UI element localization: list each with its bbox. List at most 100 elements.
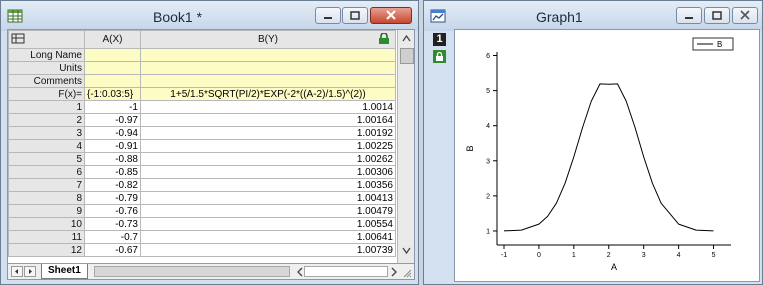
cell[interactable] [84,61,141,75]
worksheet[interactable]: A(X) B(Y) Long Name Units Comments F(x)=… [7,29,415,280]
row-number[interactable]: 3 [8,126,85,140]
row-number[interactable]: 11 [8,230,85,244]
cell-a[interactable]: -1 [84,100,141,114]
cell-b[interactable]: 1.00641 [140,230,396,244]
cell-b[interactable]: 1.0014 [140,100,396,114]
next-sheet-button[interactable] [24,266,36,277]
formula-row: F(x)= {-1:0.03:5} 1+5/1.5*SQRT(PI/2)*EXP… [8,87,396,101]
worksheet-corner-icon [11,33,25,43]
close-button[interactable] [370,7,412,24]
cell-a[interactable]: -0.67 [84,243,141,257]
cell-b[interactable]: 1.00554 [140,217,396,231]
cell-b[interactable]: 1.00192 [140,126,396,140]
table-row: 9 -0.76 1.00479 [8,204,396,218]
row-number[interactable]: 5 [8,152,85,166]
resize-grip-icon[interactable] [402,268,412,278]
cell-a[interactable]: -0.76 [84,204,141,218]
layer-1-button[interactable]: 1 [433,33,446,46]
lock-icon [379,33,389,44]
x-tick-label: -1 [501,252,507,259]
x-tick-label: 1 [572,252,576,259]
workbook-window: Book1 * A(X) B(Y) Long Name Units Commen… [0,0,419,285]
cell-b[interactable]: 1.00262 [140,152,396,166]
row-number[interactable]: 7 [8,178,85,192]
maximize-icon [350,11,360,20]
line-plot: -1 0 1 2 3 4 5 1 2 3 4 5 6 A B B [465,37,734,272]
row-number[interactable]: 4 [8,139,85,153]
chevron-right-icon [29,269,32,274]
cell-a[interactable]: -0.73 [84,217,141,231]
graph-window: Graph1 1 -1 0 1 2 3 4 5 1 2 3 4 5 6 A B B [423,0,763,285]
graph-titlebar[interactable]: Graph1 [424,1,762,31]
vertical-scroll-thumb[interactable] [400,48,414,64]
row-number[interactable]: 2 [8,113,85,127]
cell[interactable] [140,74,396,88]
graph-close-button[interactable] [732,7,758,24]
cell-b[interactable]: 1.00739 [140,243,396,257]
close-icon [386,10,396,20]
scroll-right-icon[interactable] [388,265,400,279]
row-label: Units [8,61,85,75]
y-tick-label: 4 [486,123,490,130]
sheet-tab-bar: Sheet1 [8,263,414,279]
row-number[interactable]: 8 [8,191,85,205]
cell-a[interactable]: -0.94 [84,126,141,140]
cell[interactable] [84,48,141,62]
row-number[interactable]: 6 [8,165,85,179]
y-tick-label: 3 [486,158,490,165]
vertical-scrollbar[interactable] [397,30,414,263]
legend-label: B [717,40,722,49]
workbook-titlebar[interactable]: Book1 * [1,1,418,31]
cell-b[interactable]: 1.00479 [140,204,396,218]
row-number[interactable]: 10 [8,217,85,231]
x-tick-label: 3 [642,252,646,259]
series-line-B [503,83,714,232]
cell-a[interactable]: -0.79 [84,191,141,205]
cell-a[interactable]: -0.97 [84,113,141,127]
row-label: F(x)= [8,87,85,101]
maximize-icon [712,11,722,20]
column-header-a[interactable]: A(X) [84,30,141,49]
minimize-icon [685,17,693,19]
cell-b[interactable]: 1.00356 [140,178,396,192]
minimize-icon [324,17,332,19]
lock-icon[interactable] [433,50,446,63]
cell[interactable] [84,74,141,88]
minimize-button[interactable] [315,7,341,24]
formula-cell-a[interactable]: {-1:0.03:5} [84,87,141,101]
row-number[interactable]: 9 [8,204,85,218]
column-header-b[interactable]: B(Y) [140,30,396,49]
graph-minimize-button[interactable] [676,7,702,24]
horizontal-scroll-track[interactable] [304,266,388,277]
x-tick-label: 2 [607,252,611,259]
row-number[interactable]: 12 [8,243,85,257]
table-row: 2 -0.97 1.00164 [8,113,396,127]
comments-row: Comments [8,74,396,88]
horizontal-scroll-thumb[interactable] [94,266,290,277]
row-label: Comments [8,74,85,88]
sheet-tab-sheet1[interactable]: Sheet1 [41,264,88,279]
cell-a[interactable]: -0.82 [84,178,141,192]
formula-cell-b[interactable]: 1+5/1.5*SQRT(PI/2)*EXP(-2*((A-2)/1.5)^(2… [140,87,396,101]
graph-page[interactable]: -1 0 1 2 3 4 5 1 2 3 4 5 6 A B B [454,29,760,282]
maximize-button[interactable] [342,7,368,24]
y-axis-label: B [465,145,475,151]
cell-a[interactable]: -0.7 [84,230,141,244]
graph-maximize-button[interactable] [704,7,730,24]
cell-b[interactable]: 1.00413 [140,191,396,205]
graph-title: Graph1 [536,9,583,25]
cell-a[interactable]: -0.88 [84,152,141,166]
cell-a[interactable]: -0.91 [84,139,141,153]
select-all-corner[interactable] [8,30,85,49]
prev-sheet-button[interactable] [11,266,23,277]
row-number[interactable]: 1 [8,100,85,114]
cell-b[interactable]: 1.00164 [140,113,396,127]
cell[interactable] [140,48,396,62]
cell-a[interactable]: -0.85 [84,165,141,179]
worksheet-icon [7,9,23,23]
cell[interactable] [140,61,396,75]
table-row: 10 -0.73 1.00554 [8,217,396,231]
cell-b[interactable]: 1.00306 [140,165,396,179]
cell-b[interactable]: 1.00225 [140,139,396,153]
table-row: 11 -0.7 1.00641 [8,230,396,244]
